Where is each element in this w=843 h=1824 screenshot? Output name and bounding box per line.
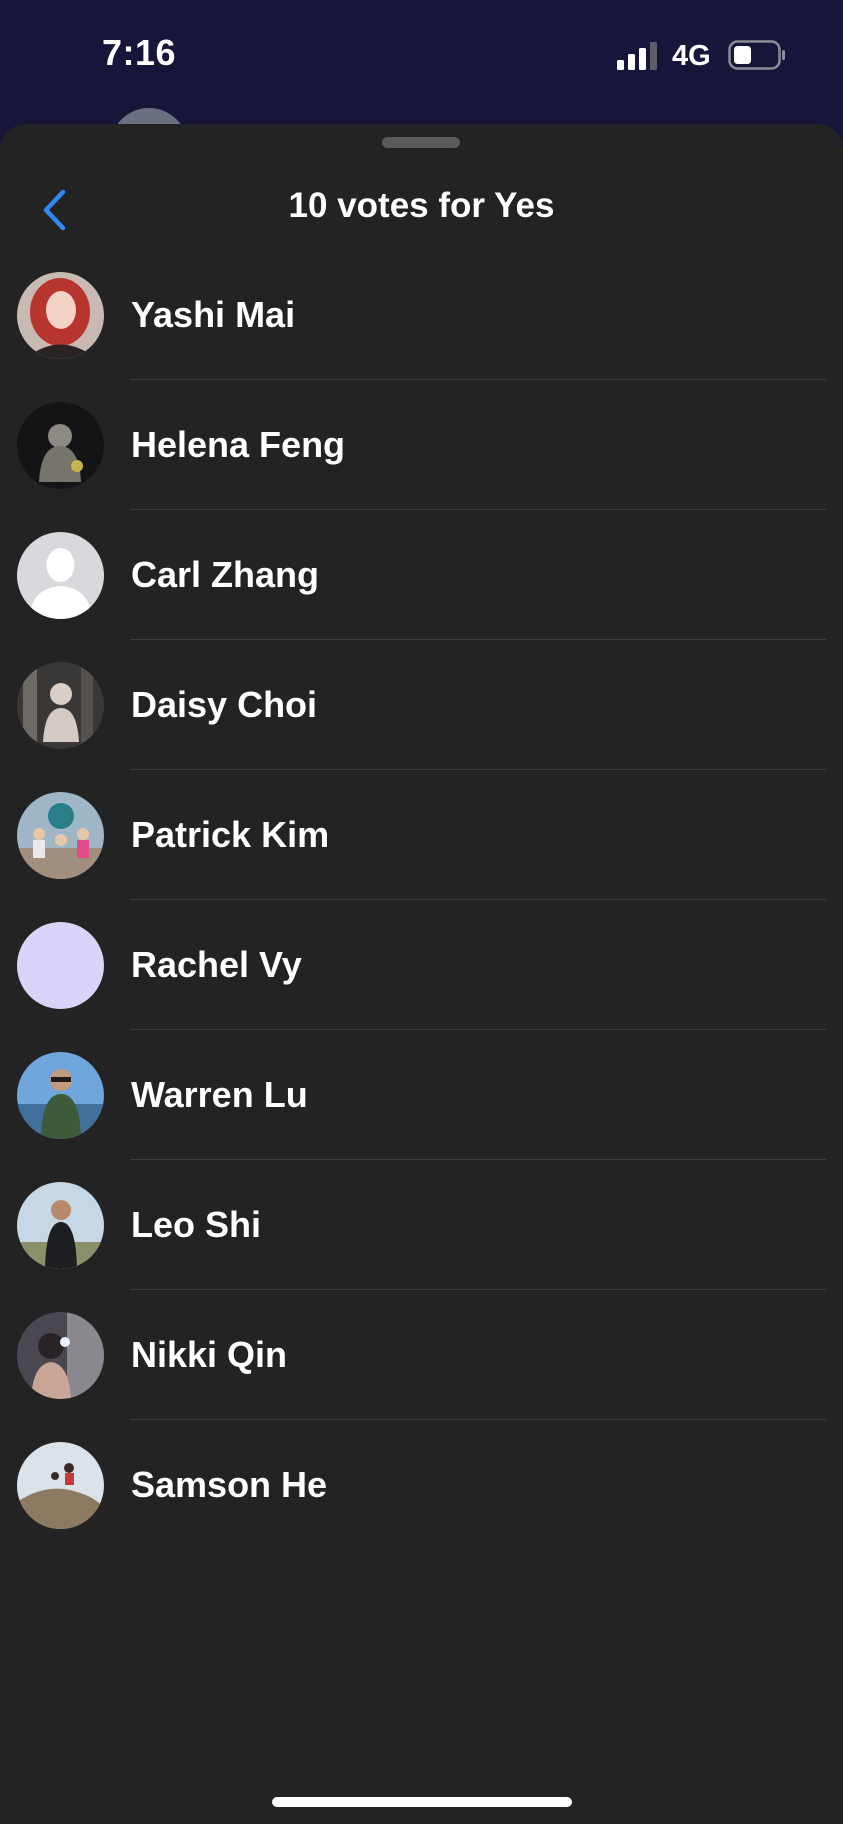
avatar — [17, 272, 104, 359]
avatar — [17, 532, 104, 619]
voter-row[interactable]: Samson He — [0, 1420, 843, 1550]
voter-name: Yashi Mai — [131, 294, 296, 335]
sheet-grabber[interactable] — [382, 137, 460, 148]
avatar — [17, 402, 104, 489]
home-indicator[interactable] — [272, 1797, 572, 1807]
voter-row[interactable]: Helena Feng — [0, 380, 843, 510]
voter-row[interactable]: Carl Zhang — [0, 510, 843, 640]
votes-sheet: 10 votes for Yes Yashi Mai Helena Feng C… — [0, 124, 843, 1824]
voter-name: Patrick Kim — [131, 814, 330, 855]
voter-name: Samson He — [131, 1464, 328, 1505]
voter-name: Warren Lu — [131, 1074, 308, 1115]
voter-name: Helena Feng — [131, 424, 346, 465]
avatar — [17, 792, 104, 879]
voter-row[interactable]: Yashi Mai — [0, 250, 843, 380]
sheet-title: 10 votes for Yes — [288, 186, 555, 225]
voter-row[interactable]: Rachel Vy — [0, 900, 843, 1030]
voter-name: Rachel Vy — [131, 944, 302, 985]
avatar — [17, 922, 104, 1009]
status-time: 7:16 — [102, 32, 177, 73]
voter-name: Carl Zhang — [131, 554, 320, 595]
battery-icon — [728, 40, 785, 70]
voter-name: Daisy Choi — [131, 684, 318, 725]
status-bar: 7:16 4G — [0, 0, 843, 120]
avatar — [17, 1312, 104, 1399]
voter-name: Nikki Qin — [131, 1334, 288, 1375]
avatar — [17, 1442, 104, 1529]
avatar — [17, 1182, 104, 1269]
voter-row[interactable]: Leo Shi — [0, 1160, 843, 1290]
signal-icon — [617, 42, 657, 70]
avatar — [17, 662, 104, 749]
voter-name: Leo Shi — [131, 1204, 262, 1245]
voter-row[interactable]: Patrick Kim — [0, 770, 843, 900]
network-label: 4G — [672, 40, 711, 72]
voter-list: Yashi Mai Helena Feng Carl Zhang Daisy C… — [0, 250, 843, 1550]
avatar — [17, 1052, 104, 1139]
voter-row[interactable]: Warren Lu — [0, 1030, 843, 1160]
voter-row[interactable]: Nikki Qin — [0, 1290, 843, 1420]
voter-row[interactable]: Daisy Choi — [0, 640, 843, 770]
